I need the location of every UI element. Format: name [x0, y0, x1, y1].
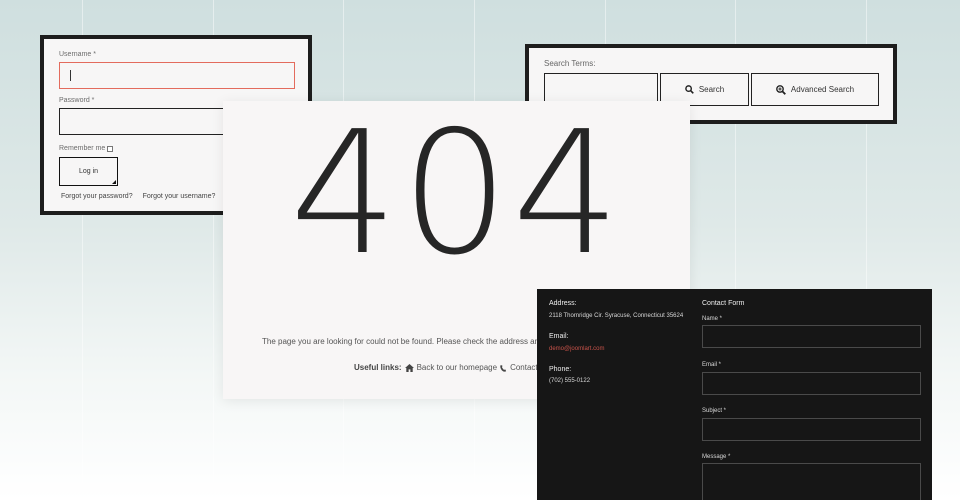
email-label: Email:	[549, 333, 569, 340]
text-caret	[70, 70, 71, 81]
subject-input[interactable]	[702, 418, 921, 441]
advanced-search-label: Advanced Search	[790, 85, 855, 94]
email-field-label: Email *	[702, 362, 722, 368]
email-input[interactable]	[702, 372, 921, 395]
name-label: Name *	[702, 316, 723, 322]
login-button[interactable]: Log in	[59, 157, 118, 186]
remember-me: Remember me	[59, 145, 114, 152]
search-icon	[684, 85, 694, 94]
address-label: Address:	[549, 300, 577, 307]
search-terms-label: Search Terms:	[544, 59, 596, 68]
message-label: Message *	[702, 454, 731, 460]
useful-links: Useful links: Back to our homepage Conta…	[354, 363, 556, 372]
useful-links-label: Useful links:	[354, 363, 402, 372]
subject-label: Subject *	[702, 408, 727, 414]
error-code: 404	[289, 95, 624, 293]
login-button-label: Log in	[78, 168, 99, 175]
advanced-search-button[interactable]: Advanced Search	[751, 73, 879, 106]
phone-icon	[500, 364, 507, 372]
contact-card: Address: 2118 Thornridge Cir. Syracuse, …	[537, 289, 932, 500]
forgot-username-link[interactable]: Forgot your username?	[143, 193, 216, 200]
error-message: The page you are looking for could not b…	[262, 337, 551, 346]
message-textarea[interactable]	[702, 463, 921, 500]
address-value: 2118 Thornridge Cir. Syracuse, Connectic…	[549, 313, 684, 319]
login-links: Forgot your password? Forgot your userna…	[61, 193, 234, 200]
home-link[interactable]: Back to our homepage	[417, 363, 498, 372]
username-label: Username *	[59, 51, 96, 58]
resize-corner-icon	[112, 180, 116, 184]
password-label: Password *	[59, 97, 95, 104]
forgot-password-link[interactable]: Forgot your password?	[61, 193, 133, 200]
username-input[interactable]	[59, 62, 295, 89]
name-input[interactable]	[702, 325, 921, 348]
search-button-label: Search	[698, 85, 725, 94]
home-icon	[404, 363, 414, 372]
remember-me-checkbox[interactable]	[107, 145, 114, 152]
zoom-in-icon	[776, 84, 786, 95]
phone-label: Phone:	[549, 366, 572, 373]
email-link[interactable]: demo@joomlart.com	[549, 346, 604, 352]
phone-value: (702) 555-0122	[549, 378, 591, 384]
remember-me-label: Remember me	[59, 145, 106, 152]
contact-form-title: Contact Form	[702, 300, 745, 307]
